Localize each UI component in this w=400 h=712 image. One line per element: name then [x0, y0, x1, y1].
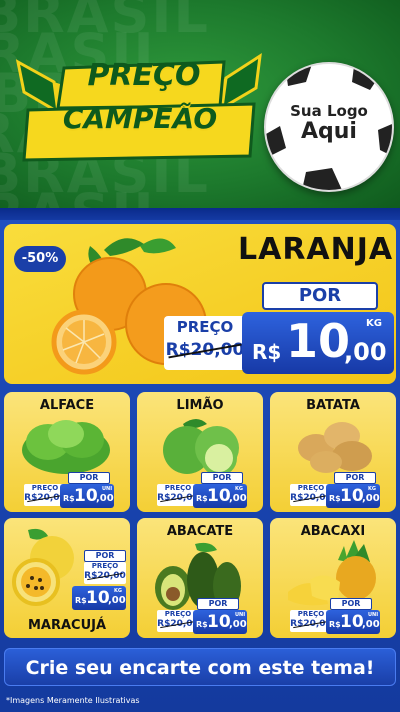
currency-symbol: R$ [196, 494, 208, 503]
por-label: POR [330, 598, 372, 610]
disclaimer-text: *Imagens Meramente Ilustrativas [6, 696, 140, 705]
price-integer: 10 [286, 314, 351, 368]
price-unit: KG [368, 486, 376, 492]
old-price-box: PREÇO R$20,00 [84, 562, 126, 584]
price-integer: 10 [207, 486, 231, 506]
lime-image [163, 419, 239, 476]
price-decimal: ,00 [362, 619, 380, 630]
preco-label: PREÇO [91, 562, 119, 570]
price-unit: UNI [368, 612, 379, 618]
price-integer: 10 [74, 486, 98, 506]
price-integer: 10 [86, 588, 110, 608]
price-integer: 10 [340, 486, 364, 506]
featured-product-card[interactable]: -50% LARANJA POR PREÇO R$20,00 R$ [4, 224, 396, 384]
potato-image [298, 422, 372, 473]
currency-symbol: R$ [252, 340, 282, 364]
product-name: LIMÃO [176, 398, 224, 413]
price-tag: R$ 10 ,00 KG [72, 586, 126, 610]
price-integer: 10 [207, 612, 231, 632]
product-card-abacate[interactable]: ABACATE POR PREÇO R$20,00 R$ 10 ,00 UNI [137, 518, 263, 638]
price-decimal: ,00 [96, 493, 114, 504]
price-tag: R$ 10 ,00 UNI [326, 610, 380, 634]
price-unit: KG [114, 588, 122, 594]
flyer-body: -50% LARANJA POR PREÇO R$20,00 R$ [0, 220, 400, 712]
product-name: ALFACE [39, 398, 95, 413]
logo-placeholder-ball[interactable]: Sua Logo Aqui [264, 62, 394, 192]
price-decimal: ,00 [344, 338, 387, 366]
por-label: POR [334, 472, 376, 484]
currency-symbol: R$ [329, 620, 341, 629]
currency-symbol: R$ [75, 596, 87, 605]
lettuce-image [22, 420, 110, 474]
por-label: POR [201, 472, 243, 484]
background-word: BRASIL [0, 182, 170, 210]
product-name: MARACUJÁ [27, 618, 107, 633]
por-label: POR [197, 598, 239, 610]
preco-label: PREÇO [176, 318, 234, 336]
product-card-limao[interactable]: LIMÃO POR PREÇO R$20,00 R$ 10 ,00 KG [137, 392, 263, 512]
product-card-batata[interactable]: BATATA POR PREÇO R$20,00 R$ 10 ,00 KG [270, 392, 396, 512]
logo-title-line2: CAMPEÃO [62, 102, 218, 135]
product-card-maracuja[interactable]: POR PREÇO R$20,00 R$ 10 ,00 KG MARACUJÁ [4, 518, 130, 638]
price-tag: R$ 10 ,00 KG [193, 484, 247, 508]
currency-symbol: R$ [329, 494, 341, 503]
old-price-box: PREÇO R$20,00 [164, 316, 246, 370]
price-unit: KG [235, 486, 243, 492]
price-decimal: ,00 [108, 595, 126, 606]
price-unit: UNI [235, 612, 246, 618]
price-decimal: ,00 [229, 619, 247, 630]
currency-symbol: R$ [196, 620, 208, 629]
price-decimal: ,00 [362, 493, 380, 504]
product-card-alface[interactable]: ALFACE POR PREÇO R$20,00 R$ 10 ,00 UNI [4, 392, 130, 512]
logo-title-line1: PREÇO [87, 58, 201, 93]
logo-placeholder-line1: Sua Logo [290, 102, 368, 120]
por-label: POR [262, 282, 378, 310]
product-name: ABACAXI [300, 524, 366, 539]
price-integer: 10 [340, 612, 364, 632]
price-tag: R$ 10 ,00 UNI [193, 610, 247, 634]
product-name: ABACATE [166, 524, 234, 539]
currency-symbol: R$ [63, 494, 75, 503]
price-unit: UNI [102, 486, 113, 492]
por-label: POR [68, 472, 110, 484]
featured-product-name: LARANJA [238, 232, 394, 267]
por-label: POR [84, 550, 126, 562]
product-name: BATATA [306, 398, 360, 413]
price-decimal: ,00 [229, 493, 247, 504]
header-banner: BRASIL BRASIL BRASIL BRASIL BRASIL BRASI… [0, 0, 400, 210]
logo-placeholder-line2: Aqui [301, 118, 357, 144]
featured-price-tag: R$ 10 ,00 KG [242, 312, 394, 374]
price-tag: R$ 10 ,00 UNI [60, 484, 114, 508]
cta-banner[interactable]: Crie seu encarte com este tema! [4, 648, 396, 686]
product-card-abacaxi[interactable]: ABACAXI POR PREÇO R$20,00 R$ 10 ,00 UNI [270, 518, 396, 638]
price-tag: R$ 10 ,00 KG [326, 484, 380, 508]
price-unit: KG [366, 318, 382, 329]
